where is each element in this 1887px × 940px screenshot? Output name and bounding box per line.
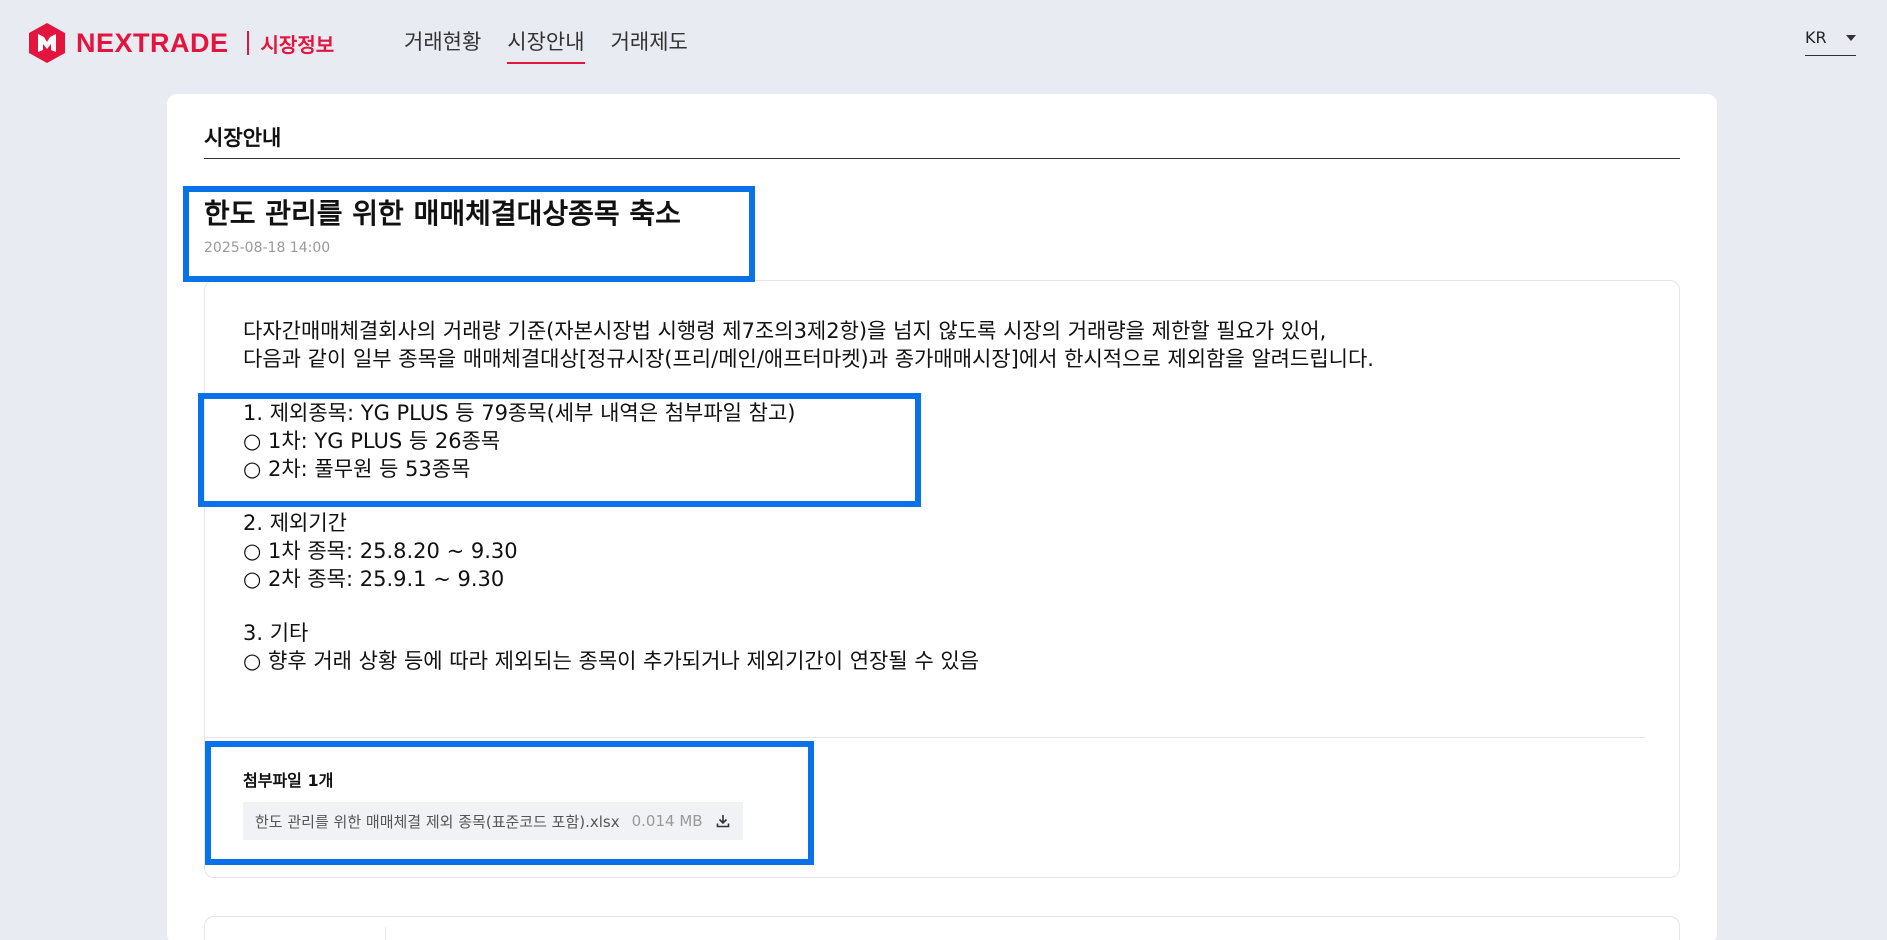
body-line: 다음과 같이 일부 종목을 매매체결대상[정규시장(프리/메인/애프터마켓)과 …	[243, 347, 1374, 371]
highlight-box-excluded-items	[198, 393, 921, 507]
body-line: 3. 기타	[243, 621, 309, 645]
nextrade-logo-icon	[29, 23, 65, 63]
body-line: 2. 제외기간	[243, 511, 347, 535]
adjacent-post-box	[204, 916, 1680, 940]
highlight-box-attachment	[205, 741, 814, 865]
language-select[interactable]: KR	[1805, 28, 1856, 56]
body-line: ○ 향후 거래 상황 등에 따라 제외되는 종목이 추가되거나 제외기간이 연장…	[243, 649, 979, 673]
nav-item-trading-status[interactable]: 거래현황	[404, 26, 481, 64]
highlight-box-title	[183, 186, 755, 282]
language-value: KR	[1805, 28, 1827, 47]
attachment-divider	[205, 737, 1645, 738]
site-header: NEXTRADE 시장정보 거래현황 시장안내 거래제도 KR	[0, 0, 1887, 84]
body-line: ○ 1차 종목: 25.8.20 ~ 9.30	[243, 539, 518, 563]
logo-subtitle: 시장정보	[260, 32, 335, 57]
body-line: 다자간매매체결회사의 거래량 기준(자본시장법 시행령 제7조의3제2항)을 넘…	[243, 319, 1327, 343]
section-divider	[204, 158, 1680, 159]
logo-wordmark: NEXTRADE	[76, 27, 229, 58]
chevron-down-icon	[1846, 34, 1856, 41]
nav-item-trading-system[interactable]: 거래제도	[611, 26, 688, 64]
logo-divider	[246, 31, 249, 55]
nextrade-logo[interactable]: NEXTRADE 시장정보	[28, 22, 334, 64]
main-nav: 거래현황 시장안내 거래제도	[404, 26, 688, 64]
body-line: ○ 2차 종목: 25.9.1 ~ 9.30	[243, 567, 505, 591]
adjacent-post-divider	[385, 927, 386, 940]
nav-item-market-notice[interactable]: 시장안내	[507, 26, 585, 64]
section-title: 시장안내	[204, 126, 282, 150]
